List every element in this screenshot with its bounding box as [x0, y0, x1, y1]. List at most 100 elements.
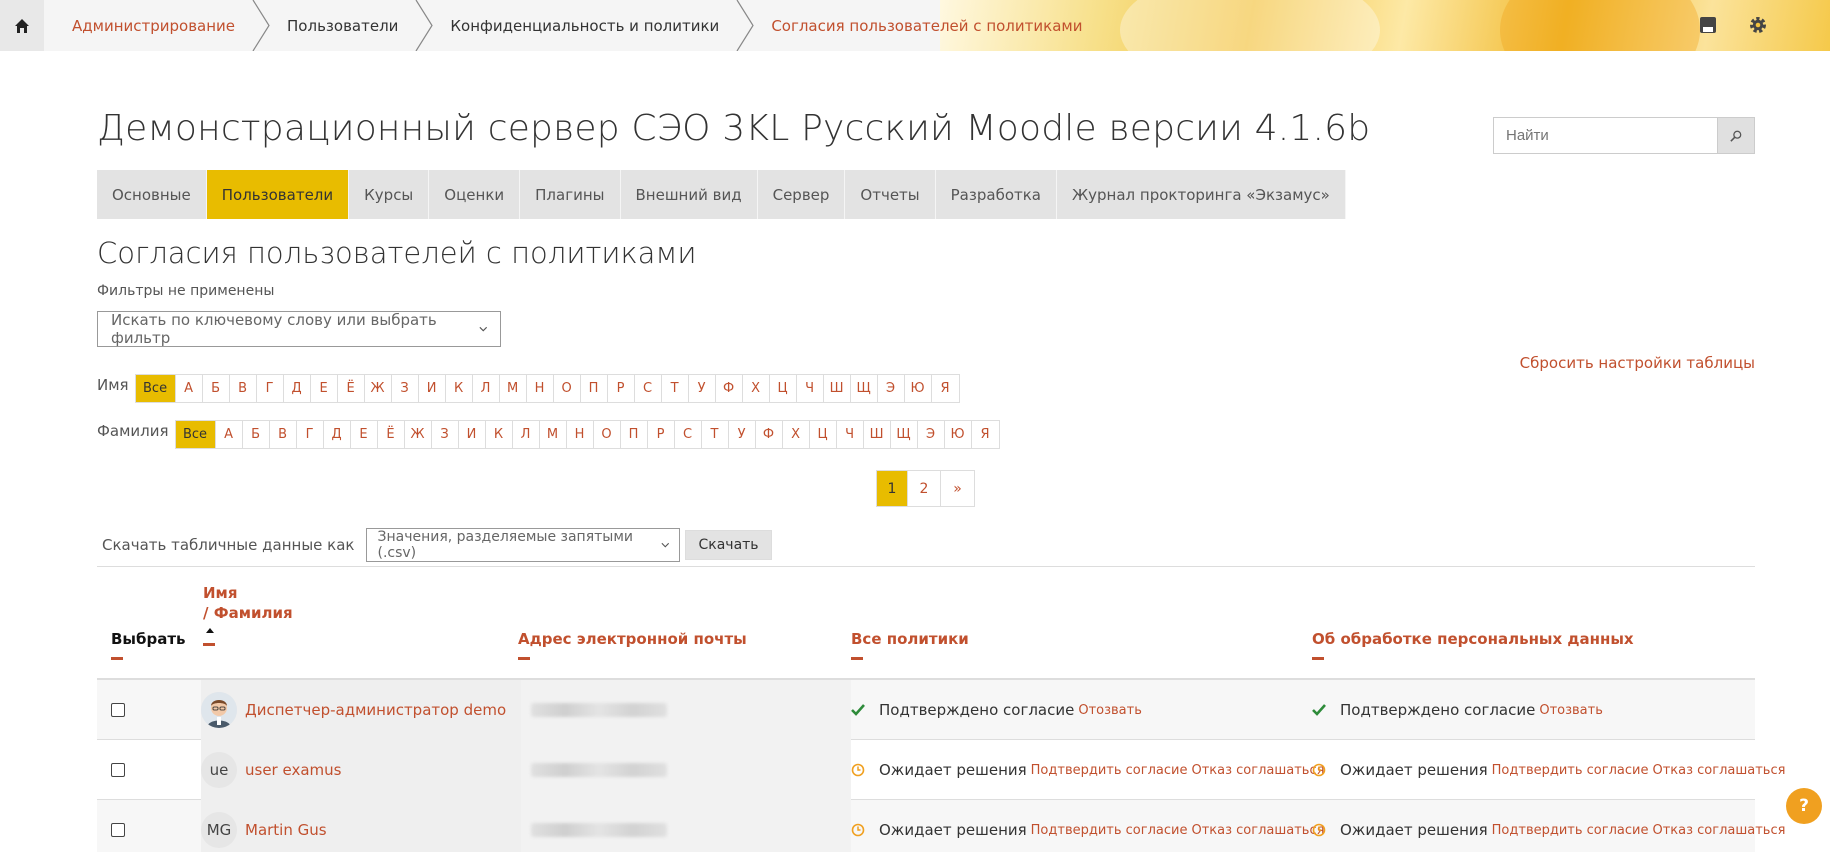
consent-action-link[interactable]: Отказ соглашаться	[1652, 823, 1785, 838]
initial-letter[interactable]: У	[729, 421, 756, 448]
initial-letter[interactable]: Ч	[797, 375, 824, 402]
help-button[interactable]: ?	[1786, 788, 1822, 824]
search-input[interactable]	[1493, 117, 1717, 154]
initial-letter[interactable]: Г	[257, 375, 284, 402]
initial-letter[interactable]: Л	[513, 421, 540, 448]
initial-letter[interactable]: Т	[662, 375, 689, 402]
initial-letter[interactable]: О	[554, 375, 581, 402]
initial-letter[interactable]: Щ	[891, 421, 918, 448]
filter-select[interactable]: Искать по ключевому слову или выбрать фи…	[97, 311, 501, 347]
initial-letter[interactable]: Е	[351, 421, 378, 448]
tab-users[interactable]: Пользователи	[206, 170, 350, 219]
initial-letter[interactable]: Ю	[945, 421, 972, 448]
initial-letter[interactable]: Р	[648, 421, 675, 448]
row-checkbox[interactable]	[111, 823, 125, 837]
tab-server[interactable]: Сервер	[758, 170, 846, 219]
initial-letter[interactable]: А	[216, 421, 243, 448]
page-1[interactable]: 1	[877, 471, 908, 506]
initial-letter[interactable]: О	[594, 421, 621, 448]
gear-icon[interactable]	[1746, 13, 1770, 37]
initial-letter[interactable]: Ш	[824, 375, 851, 402]
initial-letter[interactable]: Л	[473, 375, 500, 402]
initial-letter[interactable]: Я	[972, 421, 999, 448]
tab-grades[interactable]: Оценки	[429, 170, 521, 219]
user-name-link[interactable]: user examus	[245, 761, 341, 779]
search-button[interactable]	[1717, 117, 1755, 154]
breadcrumb-item[interactable]: Пользователи	[271, 0, 434, 51]
initial-letter[interactable]: З	[432, 421, 459, 448]
initial-letter[interactable]: И	[419, 375, 446, 402]
initial-letter[interactable]: Х	[743, 375, 770, 402]
initial-letter[interactable]: Э	[918, 421, 945, 448]
consent-action-link[interactable]: Подтвердить согласие	[1031, 763, 1188, 778]
initial-letter[interactable]: Г	[297, 421, 324, 448]
download-button[interactable]: Скачать	[685, 530, 772, 560]
consent-action-link[interactable]: Подтвердить согласие	[1492, 823, 1649, 838]
consent-action-link[interactable]: Подтвердить согласие	[1492, 763, 1649, 778]
initial-letter[interactable]: Щ	[851, 375, 878, 402]
initial-letter[interactable]: Р	[608, 375, 635, 402]
initial-letter[interactable]: Ц	[770, 375, 797, 402]
initial-letter[interactable]: Ё	[378, 421, 405, 448]
initial-letter[interactable]: Я	[932, 375, 959, 402]
initial-letter[interactable]: Д	[324, 421, 351, 448]
col-personal-data[interactable]: Об обработке персональных данных	[1312, 629, 1634, 660]
initial-letter[interactable]: М	[500, 375, 527, 402]
consent-action-link[interactable]: Отозвать	[1539, 703, 1603, 718]
initial-letter[interactable]: П	[621, 421, 648, 448]
initial-letter[interactable]: П	[581, 375, 608, 402]
initial-letter[interactable]: С	[675, 421, 702, 448]
initial-letter[interactable]: Ф	[756, 421, 783, 448]
initial-letter[interactable]: Д	[284, 375, 311, 402]
tab-reports[interactable]: Отчеты	[845, 170, 936, 219]
initial-letter[interactable]: Е	[311, 375, 338, 402]
breadcrumb-item[interactable]: Администрирование	[56, 0, 271, 51]
initial-all[interactable]: Все	[135, 375, 176, 402]
initial-letter[interactable]: Н	[527, 375, 554, 402]
initial-letter[interactable]: Х	[783, 421, 810, 448]
initial-letter[interactable]: В	[230, 375, 257, 402]
initial-letter[interactable]: Б	[203, 375, 230, 402]
initial-letter[interactable]: Б	[243, 421, 270, 448]
initial-letter[interactable]: Ф	[716, 375, 743, 402]
page-next[interactable]: »	[941, 471, 974, 506]
initial-letter[interactable]: Н	[567, 421, 594, 448]
sort-firstname-link[interactable]: Имя	[203, 583, 293, 603]
initial-letter[interactable]: Ч	[837, 421, 864, 448]
tab-development[interactable]: Разработка	[936, 170, 1057, 219]
page-2[interactable]: 2	[908, 471, 941, 506]
initial-letter[interactable]: Ш	[864, 421, 891, 448]
row-checkbox[interactable]	[111, 703, 125, 717]
tab-proctoring-log[interactable]: Журнал прокторинга «Экзамус»	[1057, 170, 1346, 219]
consent-action-link[interactable]: Отказ соглашаться	[1652, 763, 1785, 778]
consent-action-link[interactable]: Отозвать	[1078, 703, 1142, 718]
initial-letter[interactable]: У	[689, 375, 716, 402]
initial-letter[interactable]: З	[392, 375, 419, 402]
initial-letter[interactable]: Ю	[905, 375, 932, 402]
initial-letter[interactable]: К	[486, 421, 513, 448]
user-name-link[interactable]: Диспетчер-администратор demo	[245, 701, 506, 719]
initial-letter[interactable]: М	[540, 421, 567, 448]
download-format-select[interactable]: Значения, разделяемые запятыми (.csv)	[366, 528, 681, 562]
tab-appearance[interactable]: Внешний вид	[621, 170, 758, 219]
tab-courses[interactable]: Курсы	[349, 170, 430, 219]
col-email[interactable]: Адрес электронной почты	[518, 629, 747, 660]
consent-action-link[interactable]: Подтвердить согласие	[1031, 823, 1188, 838]
col-all-policies[interactable]: Все политики	[851, 629, 969, 660]
initial-letter[interactable]: В	[270, 421, 297, 448]
user-name-link[interactable]: Martin Gus	[245, 821, 327, 839]
reset-table-link[interactable]: Сбросить настройки таблицы	[1520, 354, 1755, 372]
initial-letter[interactable]: И	[459, 421, 486, 448]
consent-action-link[interactable]: Отказ соглашаться	[1191, 823, 1324, 838]
initial-all[interactable]: Все	[175, 421, 216, 448]
save-icon[interactable]	[1696, 13, 1720, 37]
row-checkbox[interactable]	[111, 763, 125, 777]
breadcrumb-current[interactable]: Согласия пользователей с политиками	[755, 0, 1098, 51]
consent-action-link[interactable]: Отказ соглашаться	[1191, 763, 1324, 778]
initial-letter[interactable]: Ё	[338, 375, 365, 402]
initial-letter[interactable]: Ж	[365, 375, 392, 402]
initial-letter[interactable]: Ц	[810, 421, 837, 448]
sort-lastname-link[interactable]: / Фамилия	[203, 603, 293, 623]
initial-letter[interactable]: К	[446, 375, 473, 402]
initial-letter[interactable]: Ж	[405, 421, 432, 448]
